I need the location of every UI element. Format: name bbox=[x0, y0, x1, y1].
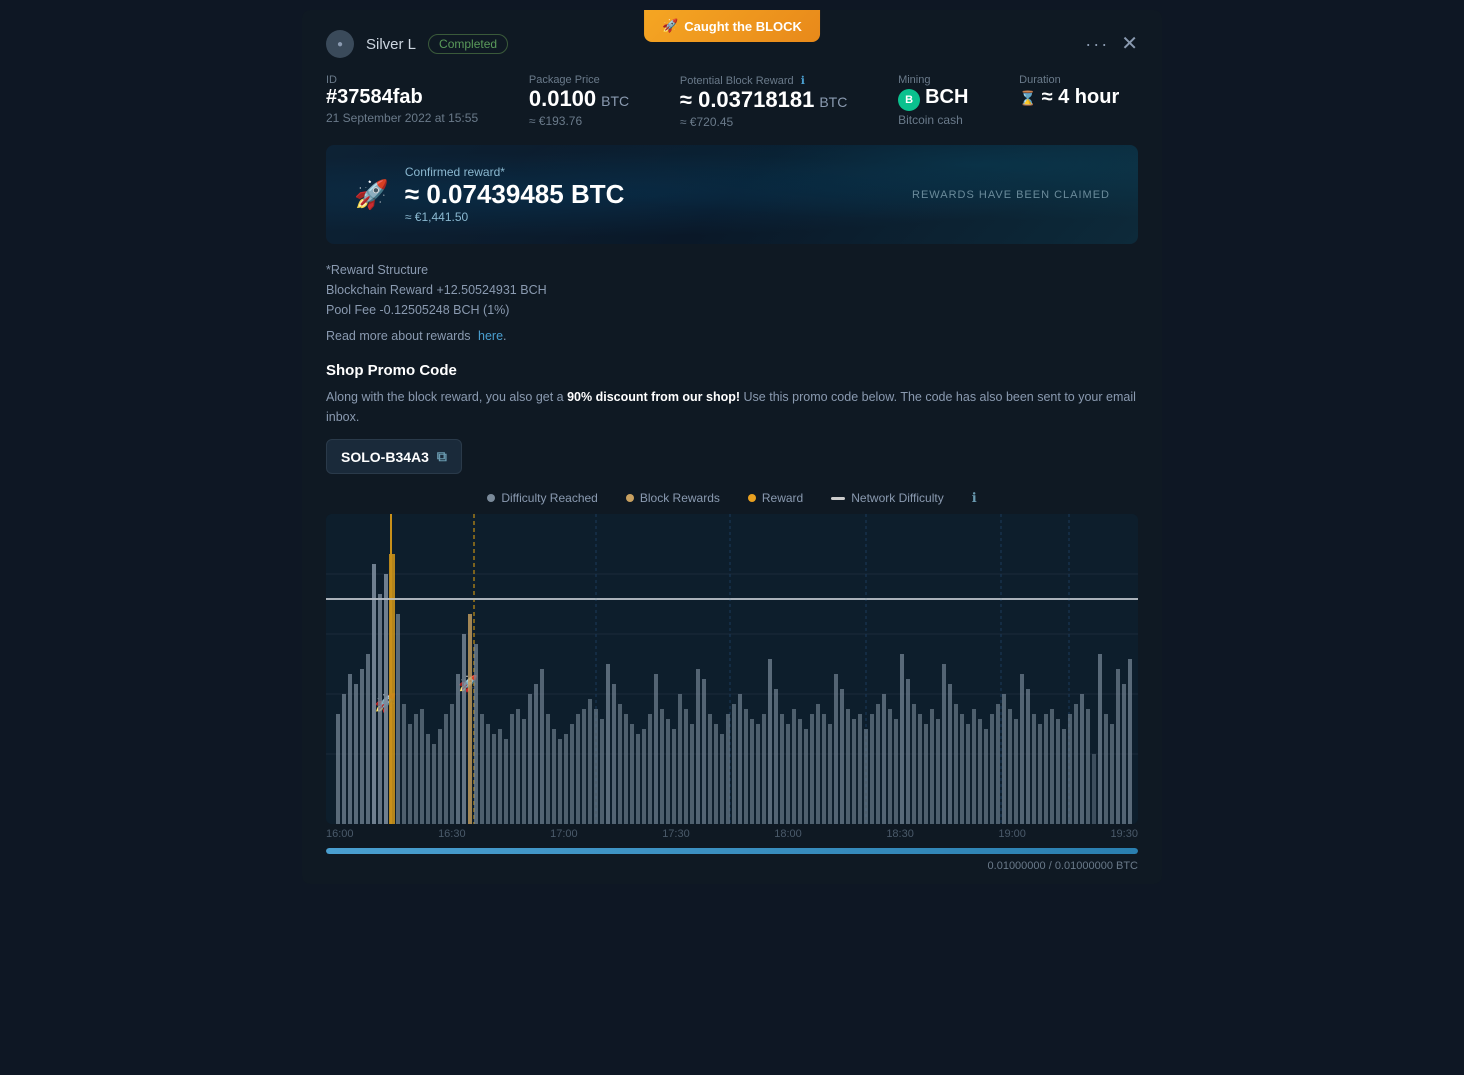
package-label: Package Price bbox=[529, 74, 648, 86]
chart-container: 🚀 🚀 bbox=[326, 514, 1138, 824]
reward-structure: *Reward Structure Blockchain Reward +12.… bbox=[302, 244, 1162, 346]
promo-desc: Along with the block reward, you also ge… bbox=[326, 387, 1138, 427]
meta-id: ID #37584fab 21 September 2022 at 15:55 bbox=[326, 74, 497, 129]
reward-legend-label: Reward bbox=[762, 491, 803, 505]
id-label: ID bbox=[326, 74, 497, 86]
modal-actions: ··· ✕ bbox=[1085, 34, 1138, 55]
backdrop: 🚀 Caught the BLOCK ● Silver L Completed … bbox=[0, 0, 1464, 1075]
read-more-link[interactable]: here bbox=[478, 329, 503, 343]
chart-xaxis: 16:00 16:30 17:00 17:30 18:00 18:30 19:0… bbox=[326, 824, 1138, 840]
promo-code-box[interactable]: SOLO-B34A3 ⧉ bbox=[326, 439, 462, 474]
reward-value: ≈ 0.03718181 BTC bbox=[680, 87, 866, 113]
reward-text: Confirmed reward* ≈ 0.07439485 BTC ≈ €1,… bbox=[405, 165, 625, 224]
duration-value: ⌛ ≈ 4 hour bbox=[1019, 86, 1138, 109]
network-difficulty-bar bbox=[831, 497, 845, 500]
block-rewards-dot bbox=[626, 494, 634, 502]
difficulty-reached-dot bbox=[487, 494, 495, 502]
legend-network-difficulty: Network Difficulty bbox=[831, 491, 943, 505]
progress-label: 0.01000000 / 0.01000000 BTC bbox=[326, 860, 1138, 872]
network-difficulty-label: Network Difficulty bbox=[851, 491, 943, 505]
modal-meta: ID #37584fab 21 September 2022 at 15:55 … bbox=[302, 58, 1162, 129]
rocket-small-icon: 🚀 bbox=[662, 18, 678, 34]
xaxis-1730: 17:30 bbox=[662, 828, 690, 840]
rocket-icon: 🚀 bbox=[354, 178, 389, 211]
confirmed-reward-label: Confirmed reward* bbox=[405, 165, 625, 179]
package-value: 0.0100 BTC bbox=[529, 86, 648, 112]
mining-name: Bitcoin cash bbox=[898, 113, 987, 127]
meta-mining: Mining B BCH Bitcoin cash bbox=[898, 74, 987, 129]
copy-icon: ⧉ bbox=[437, 448, 447, 465]
more-options-button[interactable]: ··· bbox=[1085, 34, 1109, 55]
meta-reward: Potential Block Reward ℹ ≈ 0.03718181 BT… bbox=[680, 74, 866, 129]
meta-package: Package Price 0.0100 BTC ≈ €193.76 bbox=[529, 74, 648, 129]
reward-label: Potential Block Reward ℹ bbox=[680, 74, 866, 87]
progress-bar-fill bbox=[326, 848, 1138, 854]
reward-info-icon[interactable]: ℹ bbox=[801, 75, 805, 87]
mining-currency: B BCH bbox=[898, 86, 987, 111]
id-date: 21 September 2022 at 15:55 bbox=[326, 111, 497, 125]
confirmed-reward-eur: ≈ €1,441.50 bbox=[405, 210, 625, 224]
chart-legend: Difficulty Reached Block Rewards Reward … bbox=[302, 474, 1162, 514]
legend-difficulty-reached: Difficulty Reached bbox=[487, 491, 598, 505]
close-button[interactable]: ✕ bbox=[1121, 34, 1138, 54]
status-badge: Completed bbox=[428, 34, 508, 54]
block-rewards-label: Block Rewards bbox=[640, 491, 720, 505]
duration-label: Duration bbox=[1019, 74, 1138, 86]
mining-label: Mining bbox=[898, 74, 987, 86]
chart-svg: 🚀 🚀 bbox=[326, 514, 1138, 824]
xaxis-1900: 19:00 bbox=[998, 828, 1026, 840]
legend-block-rewards: Block Rewards bbox=[626, 491, 720, 505]
xaxis-1800: 18:00 bbox=[774, 828, 802, 840]
promo-code-text: SOLO-B34A3 bbox=[341, 449, 429, 465]
reward-banner: 🚀 Confirmed reward* ≈ 0.07439485 BTC ≈ €… bbox=[326, 145, 1138, 244]
confirmed-reward-amount: ≈ 0.07439485 BTC bbox=[405, 179, 625, 210]
caught-banner-text: Caught the BLOCK bbox=[684, 19, 802, 34]
progress-section: 0.01000000 / 0.01000000 BTC bbox=[302, 840, 1162, 884]
xaxis-1830: 18:30 bbox=[886, 828, 914, 840]
xaxis-1600: 16:00 bbox=[326, 828, 354, 840]
modal: 🚀 Caught the BLOCK ● Silver L Completed … bbox=[302, 10, 1162, 884]
id-value: #37584fab bbox=[326, 86, 497, 109]
claimed-text: REWARDS HAVE BEEN CLAIMED bbox=[912, 189, 1110, 201]
avatar-icon: ● bbox=[337, 39, 343, 50]
avatar: ● bbox=[326, 30, 354, 58]
username: Silver L bbox=[366, 36, 416, 53]
xaxis-1630: 16:30 bbox=[438, 828, 466, 840]
reward-sub: ≈ €720.45 bbox=[680, 115, 866, 129]
package-sub: ≈ €193.76 bbox=[529, 114, 648, 128]
read-more-text: Read more about rewards bbox=[326, 329, 471, 343]
legend-info-icon[interactable]: ℹ bbox=[972, 490, 977, 506]
promo-title: Shop Promo Code bbox=[326, 362, 1138, 379]
caught-banner: 🚀 Caught the BLOCK bbox=[644, 10, 820, 42]
bch-icon: B bbox=[898, 89, 920, 111]
pool-fee: Pool Fee -0.12505248 BCH (1%) bbox=[326, 303, 509, 317]
duration-icon: ⌛ bbox=[1019, 90, 1036, 107]
blockchain-reward: Blockchain Reward +12.50524931 BCH bbox=[326, 283, 547, 297]
legend-reward: Reward bbox=[748, 491, 803, 505]
reward-dot bbox=[748, 494, 756, 502]
xaxis-1700: 17:00 bbox=[550, 828, 578, 840]
meta-duration: Duration ⌛ ≈ 4 hour bbox=[1019, 74, 1138, 129]
xaxis-1930: 19:30 bbox=[1110, 828, 1138, 840]
difficulty-reached-label: Difficulty Reached bbox=[501, 491, 598, 505]
promo-section: Shop Promo Code Along with the block rew… bbox=[302, 346, 1162, 474]
progress-bar-container bbox=[326, 848, 1138, 854]
reward-structure-title: *Reward Structure bbox=[326, 263, 428, 277]
